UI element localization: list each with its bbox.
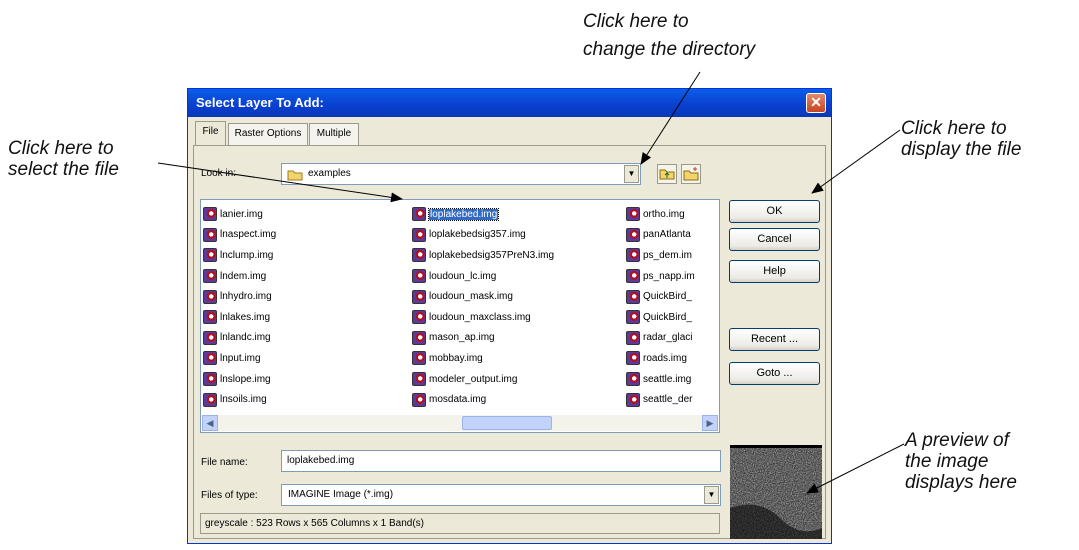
arrow-preview [806,443,905,494]
arrow-display-file [811,129,901,194]
arrow-directory [640,71,701,165]
arrow-select-file [157,162,403,203]
callout-arrows [157,71,905,494]
